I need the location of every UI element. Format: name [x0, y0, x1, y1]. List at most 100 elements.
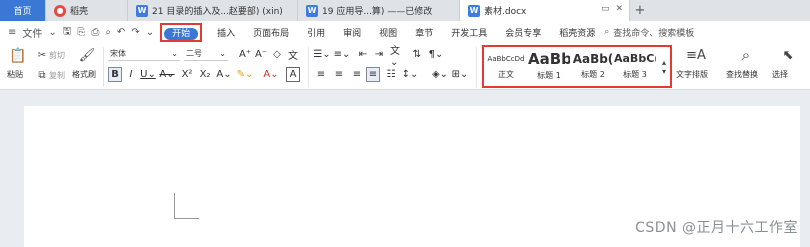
chinese-layout-icon[interactable]: 文⌄	[390, 46, 406, 68]
style-preview: AaBb(	[572, 52, 614, 66]
subscript-button[interactable]: X₂	[198, 67, 212, 82]
align-left-icon[interactable]: ≡	[314, 67, 328, 82]
plus-icon: +	[634, 3, 646, 18]
highlight-button[interactable]: ✎⌄	[236, 67, 254, 82]
align-right-icon[interactable]: ≡	[350, 67, 364, 82]
writer-doc-icon: W	[136, 4, 148, 17]
tab-active-doc[interactable]: W 素材.docx ▭ ✕	[460, 0, 630, 21]
paste-icon[interactable]: 📋	[9, 47, 26, 65]
copy-button[interactable]: 复制	[49, 70, 65, 81]
gallery-scroll-icon[interactable]: ▴ ▾	[658, 51, 670, 83]
tab-doc-21[interactable]: W 21 目录的插入及...赵要部) (xin)	[128, 0, 298, 21]
tab-section[interactable]: 章节	[406, 26, 442, 39]
menu-file[interactable]: 文件	[22, 25, 42, 40]
bold-button[interactable]: B	[108, 67, 122, 82]
save-icon[interactable]: 🖫	[63, 24, 72, 41]
chevron-down-icon: ⌄	[219, 49, 226, 58]
superscript-button[interactable]: X²	[180, 67, 194, 82]
select-button[interactable]: 选择	[772, 69, 788, 80]
style-name: 标题 3	[623, 70, 647, 79]
paste-button[interactable]: 粘贴	[7, 69, 23, 80]
hamburger-icon[interactable]: ≡	[8, 27, 16, 38]
chevron-down-icon[interactable]: ⌄	[48, 27, 56, 38]
tab-view[interactable]: 视图	[370, 26, 406, 39]
tab-developer[interactable]: 开发工具	[442, 26, 496, 39]
underline-button[interactable]: U⌄	[140, 67, 156, 82]
command-search[interactable]: 查找命令、搜索模板	[609, 26, 694, 39]
new-tab-button[interactable]: +	[630, 0, 650, 21]
close-icon[interactable]: ✕	[615, 4, 623, 14]
search-icon[interactable]: ⌕	[738, 46, 754, 64]
justify-icon[interactable]: ≡	[366, 67, 380, 82]
shading-icon[interactable]: ◈⌄	[432, 67, 448, 82]
borders-icon[interactable]: ⊞⌄	[452, 67, 469, 82]
tab-review[interactable]: 审阅	[334, 26, 370, 39]
tab-page-layout[interactable]: 页面布局	[244, 26, 298, 39]
watermark-text: CSDN @正月十六工作室	[635, 220, 798, 236]
chevron-down-icon: ⌄	[171, 49, 178, 58]
text-layout-button[interactable]: 文字排版	[676, 69, 708, 80]
cursor-icon[interactable]: ⬉	[780, 47, 796, 63]
increase-indent-icon[interactable]: ⇥	[372, 47, 386, 62]
numbered-list-icon[interactable]: ≡⌄	[334, 47, 351, 62]
clear-format-icon[interactable]: ◇	[270, 47, 284, 62]
align-center-icon[interactable]: ≡	[332, 67, 346, 82]
text-effect-button[interactable]: A⌄	[216, 67, 232, 82]
scissors-icon[interactable]: ✂	[36, 49, 48, 61]
menu-bar: ≡ 文件 ⌄ 🖫 ⎘ ⎙ ⌕ ↶ ↷ ⌄ 开始 插入 页面布局 引用 审阅 视图…	[0, 21, 810, 43]
tab-bar: 首页 ● 稻壳 W 21 目录的插入及...赵要部) (xin) W 19 应用…	[0, 0, 810, 21]
chevron-down-icon[interactable]: ⌄	[146, 27, 154, 38]
font-color-button[interactable]: A⌄	[262, 67, 280, 82]
font-size-select[interactable]: 二号 ⌄	[184, 47, 228, 61]
tab-label: 素材.docx	[484, 7, 527, 17]
tab-label: 稻壳	[70, 7, 89, 17]
find-replace-button[interactable]: 查找替换	[726, 69, 758, 80]
pinyin-icon[interactable]: 文	[286, 47, 300, 62]
font-name-value: 宋体	[110, 49, 126, 58]
style-normal[interactable]: AaBbCcDd 正文	[486, 50, 526, 80]
grow-font-icon[interactable]: A⁺	[238, 47, 252, 62]
tab-start[interactable]: 开始	[164, 27, 199, 40]
bullet-list-icon[interactable]: ☰⌄	[313, 47, 330, 62]
show-marks-icon[interactable]: ¶⌄	[428, 47, 444, 62]
tab-daoke[interactable]: ● 稻壳	[46, 0, 128, 21]
text-layout-icon[interactable]: ≡A	[686, 47, 706, 63]
style-heading-2[interactable]: AaBb( 标题 2	[572, 50, 614, 80]
tab-insert[interactable]: 插入	[208, 26, 244, 39]
print-icon[interactable]: ⎙	[91, 27, 99, 38]
sort-icon[interactable]: ⇅	[410, 47, 424, 62]
tab-label: 19 应用导...算) ——已修改	[322, 7, 433, 17]
quick-access: ≡ 文件 ⌄ 🖫 ⎘ ⎙ ⌕ ↶ ↷ ⌄	[0, 24, 154, 41]
redo-icon[interactable]: ↷	[131, 27, 139, 38]
tab-doc-19[interactable]: W 19 应用导...算) ——已修改	[298, 0, 460, 21]
styles-gallery: AaBbCcDd 正文 AaBb 标题 1 AaBb( 标题 2 AaBbC( …	[482, 45, 672, 88]
format-painter-icon[interactable]: 🖌	[79, 47, 96, 63]
tab-reference[interactable]: 引用	[298, 26, 334, 39]
style-preview: AaBbCcDd	[487, 55, 525, 63]
tab-home[interactable]: 首页	[0, 0, 46, 21]
distributed-icon[interactable]: ☷	[384, 67, 398, 82]
export-icon[interactable]: ⎘	[77, 27, 85, 38]
style-heading-1[interactable]: AaBb 标题 1	[528, 50, 570, 81]
writer-doc-icon: W	[468, 4, 480, 17]
style-heading-3[interactable]: AaBbC( 标题 3	[614, 50, 656, 80]
strikethrough-button[interactable]: A⌄	[159, 67, 174, 82]
ribbon: 📋 粘贴 ✂ 剪切 ⧉ 复制 🖌 格式刷 宋体 ⌄ 二号 ⌄ A⁺ A⁻ ◇ 文…	[0, 43, 810, 90]
tab-member[interactable]: 会员专享	[496, 26, 550, 39]
tab-daoke-resources[interactable]: 稻壳资源	[550, 26, 604, 39]
start-tab-highlight: 开始	[160, 22, 203, 42]
shrink-font-icon[interactable]: A⁻	[254, 47, 268, 62]
font-name-select[interactable]: 宋体 ⌄	[108, 47, 180, 61]
undo-icon[interactable]: ↶	[117, 27, 125, 38]
cut-button[interactable]: 剪切	[49, 50, 65, 61]
copy-icon[interactable]: ⧉	[36, 69, 48, 81]
preview-icon[interactable]: ⌕	[105, 27, 111, 38]
line-spacing-icon[interactable]: ↕⌄	[402, 67, 419, 82]
char-border-button[interactable]: A	[286, 67, 300, 82]
monitor-icon[interactable]: ▭	[601, 4, 610, 14]
format-painter-button[interactable]: 格式刷	[72, 69, 96, 80]
italic-button[interactable]: I	[124, 67, 138, 82]
writer-doc-icon: W	[306, 4, 318, 17]
decrease-indent-icon[interactable]: ⇤	[356, 47, 370, 62]
document-canvas[interactable]: CSDN @正月十六工作室	[0, 90, 810, 247]
